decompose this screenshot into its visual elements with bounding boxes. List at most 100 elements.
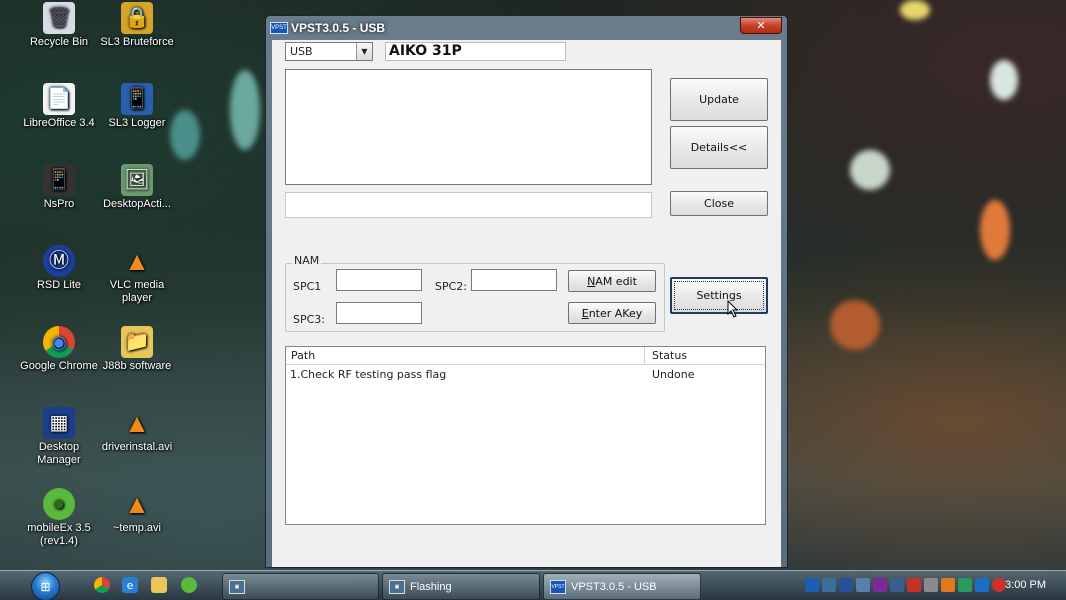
log-text-area[interactable]: [285, 69, 652, 185]
app-icon: ▣: [229, 579, 245, 594]
folder-icon[interactable]: [151, 577, 167, 593]
tray-icon[interactable]: [805, 578, 819, 592]
column-header-status[interactable]: Status: [646, 347, 765, 365]
desktop-icon-label: J88b software: [102, 360, 172, 372]
desktop-icon-label: ~temp.avi: [113, 522, 161, 534]
tray-icon[interactable]: [890, 578, 904, 592]
row-path-cell: 1.Check RF testing pass flag: [290, 368, 447, 381]
lock-icon: 🔒: [121, 2, 153, 34]
status-field: [285, 192, 652, 218]
mouse-cursor-icon: [727, 300, 739, 318]
nam-edit-button[interactable]: N AM edit: [568, 270, 656, 292]
vlc-cone-icon: ▲: [124, 407, 150, 438]
mobileex-icon[interactable]: [181, 577, 197, 593]
desktop-icon-label: Recycle Bin: [29, 36, 89, 48]
title-bar[interactable]: VPST VPST3.0.5 - USB ✕: [266, 16, 787, 40]
desktop-icon-nspro[interactable]: 📱 NsPro: [19, 164, 99, 211]
folder-icon: 📁: [121, 326, 153, 358]
app-icon: ▣: [389, 579, 405, 594]
window-client-area: USB ▼ AIKO 31P Update Details<< Close Se…: [272, 40, 781, 567]
clock[interactable]: 3:00 PM: [1005, 579, 1046, 591]
settings-button[interactable]: Settings: [670, 277, 768, 314]
background-light: [230, 70, 260, 150]
tray-icon[interactable]: [856, 578, 870, 592]
app-icon: VPST: [270, 22, 288, 34]
start-button[interactable]: ⊞: [31, 572, 60, 600]
close-button[interactable]: Close: [670, 191, 768, 216]
desktop-icon-j88b-software[interactable]: 📁 J88b software: [97, 326, 177, 373]
tray-icon[interactable]: [873, 578, 887, 592]
chrome-icon: ◉: [43, 326, 75, 358]
desktop-icon-driverinstal[interactable]: ▲ driverinstal.avi: [97, 407, 177, 454]
spc1-label: SPC1: [293, 280, 322, 293]
tray-icon[interactable]: [839, 578, 853, 592]
desktop-icon-rsd-lite[interactable]: Ⓜ RSD Lite: [19, 245, 99, 292]
tray-icon[interactable]: [992, 578, 1006, 592]
table-row[interactable]: 1.Check RF testing pass flag Undone: [286, 366, 765, 383]
taskbar-item-app[interactable]: ▣: [222, 573, 379, 600]
vlc-cone-icon: ▲: [124, 488, 150, 519]
background-light: [980, 200, 1010, 260]
window-close-button[interactable]: ✕: [740, 17, 782, 34]
tray-icon[interactable]: [975, 578, 989, 592]
tray-icon[interactable]: [941, 578, 955, 592]
spc2-field[interactable]: [471, 269, 557, 291]
desktop-icon-label: VLC media player: [109, 279, 165, 304]
desktop-icon-label: DesktopActi...: [103, 198, 171, 210]
phone-icon: 📱: [43, 164, 75, 196]
internet-explorer-icon[interactable]: e: [122, 577, 138, 593]
task-table: Path Status 1.Check RF testing pass flag…: [285, 346, 766, 525]
spc3-field[interactable]: [336, 302, 422, 324]
model-field[interactable]: AIKO 31P: [385, 42, 566, 61]
enter-akey-button[interactable]: Enter AKey: [568, 302, 656, 324]
vlc-cone-icon: ▲: [124, 245, 150, 276]
recycle-bin-icon: 🗑: [43, 2, 75, 34]
taskbar: ⊞ e ▣ ▣ Flashing VPST VPST3.0.5 - USB 3:…: [0, 570, 1066, 600]
system-tray: [805, 578, 1006, 592]
desktop-icon-sl3-logger[interactable]: 📱 SL3 Logger: [97, 83, 177, 130]
nam-edit-mnemonic: N: [587, 274, 596, 288]
desktop-icon-desktop-manager[interactable]: ▦ Desktop Manager: [19, 407, 99, 467]
update-button[interactable]: Update: [670, 78, 768, 121]
desktop-icon-vlc[interactable]: ▲ VLC media player: [97, 245, 177, 305]
taskbar-item-flashing[interactable]: ▣ Flashing: [382, 573, 540, 600]
background-light: [900, 0, 930, 20]
tray-icon[interactable]: [907, 578, 921, 592]
background-light: [850, 150, 890, 190]
column-header-path[interactable]: Path: [286, 347, 645, 365]
desktop-icon-desktopacti[interactable]: 🖼 DesktopActi...: [97, 164, 177, 211]
spc2-label: SPC2:: [435, 280, 468, 293]
desktop-icon-label: RSD Lite: [36, 279, 82, 291]
window-title: VPST3.0.5 - USB: [291, 21, 386, 35]
blackberry-icon: ▦: [43, 407, 75, 439]
desktop-icon-recycle-bin[interactable]: 🗑 Recycle Bin: [19, 2, 99, 49]
dropdown-arrow-icon[interactable]: ▼: [356, 43, 372, 60]
background-light: [990, 60, 1018, 100]
chrome-icon[interactable]: [94, 577, 110, 593]
taskbar-item-vpst[interactable]: VPST VPST3.0.5 - USB: [543, 573, 701, 600]
tray-icon[interactable]: [822, 578, 836, 592]
desktop-icon-label: SL3 Bruteforce: [100, 36, 174, 48]
model-field-value: AIKO 31P: [389, 43, 462, 59]
image-icon: 🖼: [121, 164, 153, 196]
port-select[interactable]: USB ▼: [285, 42, 373, 61]
table-header: Path Status: [286, 347, 765, 365]
desktop-icon-sl3-bruteforce[interactable]: 🔒 SL3 Bruteforce: [97, 2, 177, 49]
nam-group-label: NAM: [292, 254, 322, 267]
desktop-icon-mobileex[interactable]: ● mobileEx 3.5 (rev1.4): [19, 488, 99, 548]
desktop-icon-label: NsPro: [43, 198, 75, 210]
taskbar-item-label: Flashing: [410, 580, 452, 593]
desktop-icon-label: SL3 Logger: [108, 117, 166, 129]
spc3-label: SPC3:: [293, 313, 326, 326]
desktop-icon-libreoffice[interactable]: 📄 LibreOffice 3.4: [19, 83, 99, 130]
desktop-icon-temp-avi[interactable]: ▲ ~temp.avi: [97, 488, 177, 535]
phone-icon: 📱: [121, 83, 153, 115]
details-button[interactable]: Details<<: [670, 126, 768, 169]
desktop-icon-google-chrome[interactable]: ◉ Google Chrome: [19, 326, 99, 373]
background-light: [830, 300, 880, 350]
spc1-field[interactable]: [336, 269, 422, 291]
tray-icon[interactable]: [924, 578, 938, 592]
tray-icon[interactable]: [958, 578, 972, 592]
motorola-icon: Ⓜ: [43, 245, 75, 277]
enter-akey-label: nter AKey: [588, 306, 643, 320]
